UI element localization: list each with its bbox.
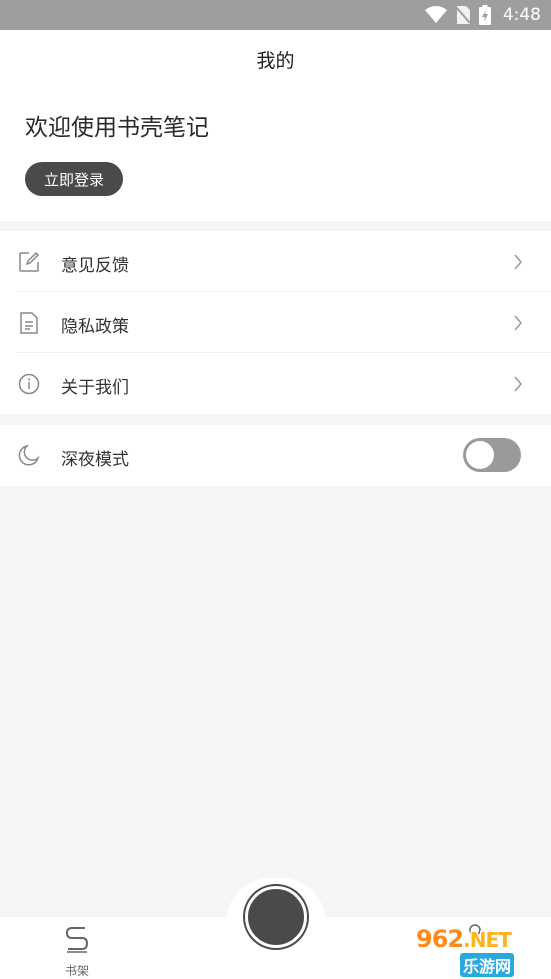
menu-item-label: 意见反馈: [61, 256, 129, 276]
battery-icon: [478, 5, 491, 25]
menu-item-privacy[interactable]: 隐私政策: [0, 292, 551, 353]
menu-item-label: 关于我们: [61, 378, 129, 398]
moon-icon: [18, 444, 40, 466]
chevron-right-icon: [514, 315, 522, 331]
record-button[interactable]: [245, 886, 307, 948]
edit-icon: [19, 251, 40, 272]
night-mode-toggle[interactable]: [463, 438, 521, 472]
night-mode-row: 深夜模式: [0, 425, 551, 486]
header: 我的: [0, 30, 551, 88]
menu-item-about[interactable]: 关于我们: [0, 353, 551, 414]
page-title: 我的: [256, 50, 295, 72]
tab-bookshelf[interactable]: 书架: [50, 923, 104, 978]
chevron-right-icon: [514, 254, 522, 270]
watermark-main: 962.NET: [416, 925, 512, 953]
document-icon: [20, 312, 38, 334]
info-icon: [18, 373, 40, 395]
status-time: 4:48: [502, 5, 541, 25]
bookshelf-icon: [65, 927, 89, 953]
login-button[interactable]: 立即登录: [25, 162, 123, 196]
tab-bookshelf-label: 书架: [64, 964, 89, 978]
wifi-icon: [424, 6, 447, 23]
watermark-sub: 乐游网: [460, 953, 515, 977]
menu-item-label: 隐私政策: [61, 317, 129, 337]
night-mode-label: 深夜模式: [61, 450, 129, 470]
profile-section: 欢迎使用书壳笔记 立即登录: [0, 88, 551, 221]
welcome-text: 欢迎使用书壳笔记: [25, 115, 209, 141]
toggle-knob: [466, 441, 494, 469]
menu-item-feedback[interactable]: 意见反馈: [0, 231, 551, 292]
watermark-logo: 962.NET 乐游网: [414, 925, 548, 977]
chevron-right-icon: [514, 376, 522, 392]
settings-menu: 意见反馈 隐私政策 关于我们: [0, 231, 551, 414]
no-sim-icon: [455, 6, 471, 24]
status-bar: 4:48: [0, 0, 551, 30]
